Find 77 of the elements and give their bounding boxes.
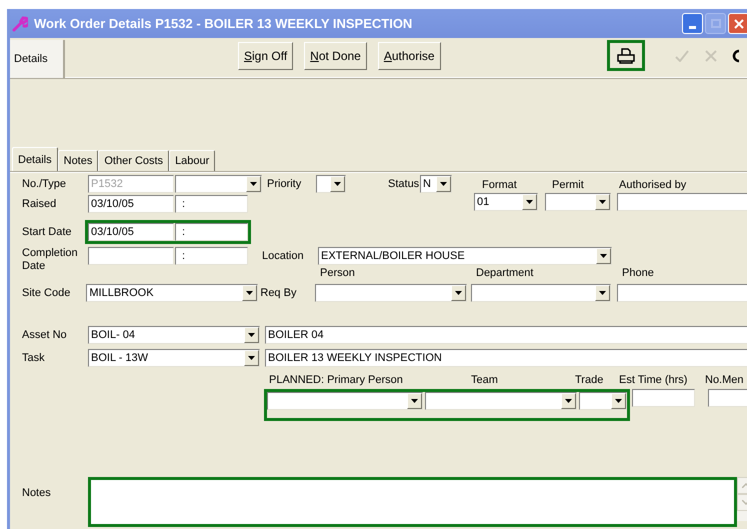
caret-icon [455,291,462,295]
text-field[interactable]: BOILER 04 [265,326,747,344]
caret-icon [246,291,254,295]
text-field[interactable] [617,284,747,302]
text-field[interactable] [632,389,695,407]
field-label: Format [481,179,518,193]
field-label: Department [476,267,534,281]
dropdown-field[interactable] [545,193,611,211]
field-label: Req By [260,286,298,300]
text-field[interactable] [617,193,747,211]
caret-icon [334,182,341,186]
dropdown-field[interactable]: N [420,175,452,193]
field-label: Trade [575,374,604,388]
field-label: Permit [551,179,585,193]
text-field[interactable]: 03/10/05 [88,223,174,241]
field-label: Est Time (hrs) [619,374,688,388]
caret-icon [599,200,606,204]
dropdown-field[interactable] [315,284,467,302]
tab[interactable]: Notes [58,150,98,172]
field-label: Notes [22,487,52,500]
caret-icon [411,399,418,403]
caret-icon [526,200,533,204]
text-field[interactable] [88,247,174,265]
caret-icon [248,333,255,337]
field-label: Site Code [22,286,72,300]
field-label: Status [388,178,420,190]
ring-icon[interactable] [730,49,740,63]
field-label: Asset No [22,328,68,342]
field-label: PLANNED: Primary Person [269,374,404,388]
field-label: Team [471,374,499,388]
printer-icon [616,48,635,64]
text-field[interactable]: : [175,223,248,241]
toolbar-button[interactable]: Sign Off [238,42,294,70]
close-button[interactable] [728,13,747,34]
dropdown-field[interactable] [579,392,627,410]
text-field[interactable]: : [175,195,248,213]
dropdown-field[interactable] [471,284,611,302]
caret-icon [250,182,257,186]
field-label: Person [320,267,356,281]
tab[interactable]: Details [10,40,65,78]
window-title: Work Order Details P1532 - BOILER 13 WEEKLY INSPECTION [34,14,412,33]
caret-icon [615,399,622,403]
caret-icon [248,356,255,360]
caret-icon [600,254,607,258]
field-label: Completion Date [22,247,79,273]
field-label: No./Type [22,178,68,190]
field-label: Raised [22,198,58,210]
caret-icon [599,291,606,295]
dropdown-field[interactable] [425,392,577,410]
minimize-button[interactable] [682,13,703,34]
text-field[interactable]: BOILER 13 WEEKLY INSPECTION [265,349,747,367]
field-label: Authorised by [618,179,686,193]
dropdown-field[interactable]: BOIL - 13W [88,349,260,367]
field-label: Start Date [22,226,73,238]
wrench-icon [12,16,28,32]
dropdown-field[interactable] [267,392,423,410]
tab[interactable]: Details [12,147,58,172]
text-field[interactable]: : [175,247,248,265]
close-icon [734,18,744,28]
dropdown-field[interactable]: BOIL- 04 [88,326,260,344]
dropdown-field[interactable]: MILLBROOK [86,284,258,302]
toolbar-button[interactable]: Authorise [378,42,441,70]
text-field[interactable]: 03/10/05 [88,195,174,213]
field-label: No.Men [705,374,744,388]
dropdown-field[interactable]: EXTERNAL/BOILER HOUSE [318,247,612,265]
toolbar-button[interactable]: Not Done [304,42,367,70]
field-label: Phone [622,267,654,281]
field-label: Location [262,250,305,263]
caret-icon [565,399,572,403]
caret-icon [440,182,447,186]
dropdown-field[interactable]: 01 [474,193,538,211]
tab[interactable]: Other Costs [98,150,170,172]
field-label: Priority [267,178,302,190]
dropdown-field[interactable] [316,175,346,193]
field-label: Task [22,352,46,364]
tab[interactable]: Labour [169,150,216,172]
dropdown-field[interactable] [175,175,262,193]
